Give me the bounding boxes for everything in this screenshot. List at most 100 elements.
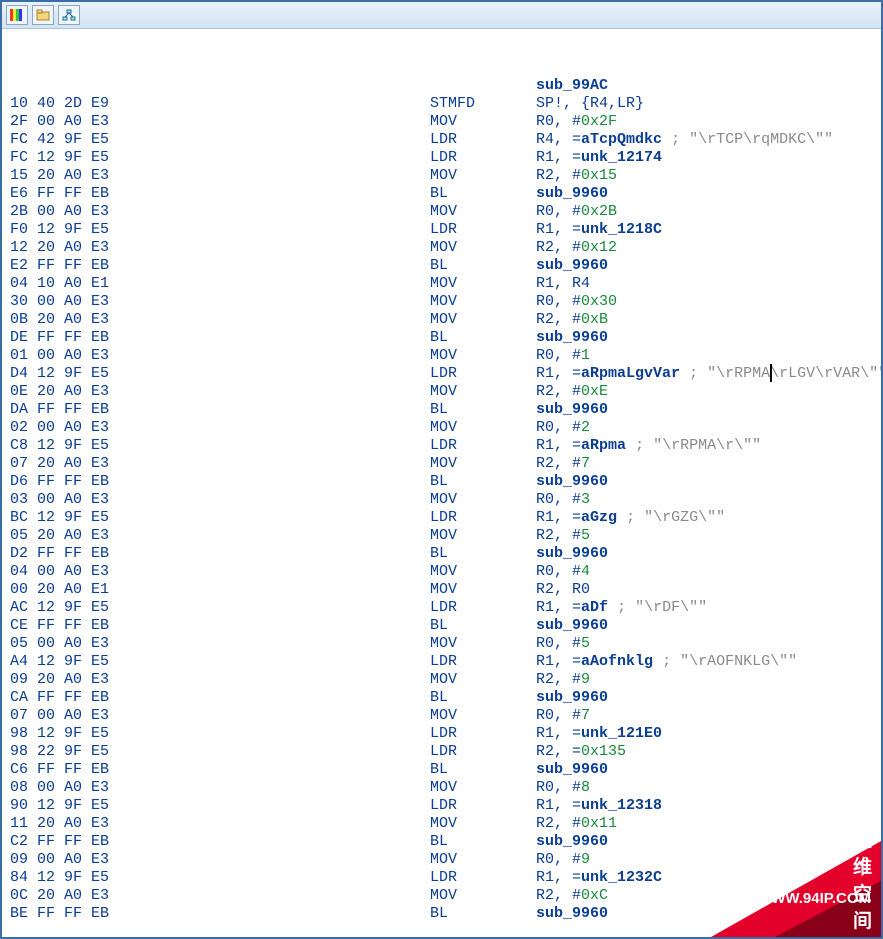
disasm-row[interactable]: 07 00 A0 E3MOVR0, #7 bbox=[10, 707, 873, 725]
disasm-row[interactable]: 04 10 A0 E1MOVR1, R4 bbox=[10, 275, 873, 293]
graph-button[interactable] bbox=[58, 5, 80, 25]
disasm-row[interactable]: 0E 20 A0 E3MOVR2, #0xE bbox=[10, 383, 873, 401]
disasm-row[interactable]: 02 00 A0 E3MOVR0, #2 bbox=[10, 419, 873, 437]
operand: R0 bbox=[536, 635, 554, 652]
disasm-row[interactable]: 09 00 A0 E3MOVR0, #9 bbox=[10, 851, 873, 869]
hex-bytes: 01 00 A0 E3 bbox=[10, 347, 430, 365]
disasm-row[interactable]: 07 20 A0 E3MOVR2, #7 bbox=[10, 455, 873, 473]
disasm-row[interactable]: DE FF FF EBBLsub_9960 bbox=[10, 329, 873, 347]
disasm-row[interactable]: BE FF FF EBBLsub_9960 bbox=[10, 905, 873, 923]
mnemonic: LDR bbox=[430, 509, 536, 527]
disasm-row[interactable]: 05 20 A0 E3MOVR2, #5 bbox=[10, 527, 873, 545]
hex-bytes: 2F 00 A0 E3 bbox=[10, 113, 430, 131]
disasm-row[interactable]: D6 FF FF EBBLsub_9960 bbox=[10, 473, 873, 491]
operand: = bbox=[572, 131, 581, 148]
hex-bytes: DA FF FF EB bbox=[10, 401, 430, 419]
disasm-row[interactable]: 15 20 A0 E3MOVR2, #0x15 bbox=[10, 167, 873, 185]
disasm-row[interactable]: 10 40 2D E9STMFDSP!, {R4,LR} bbox=[10, 95, 873, 113]
disasm-row[interactable]: 03 00 A0 E3MOVR0, #3 bbox=[10, 491, 873, 509]
operand: , bbox=[554, 419, 572, 436]
hex-bytes: C8 12 9F E5 bbox=[10, 437, 430, 455]
operand: = bbox=[572, 725, 581, 742]
operand: R0 bbox=[536, 491, 554, 508]
mnemonic: MOV bbox=[430, 635, 536, 653]
mnemonic: MOV bbox=[430, 113, 536, 131]
mnemonic: MOV bbox=[430, 455, 536, 473]
operand: 0x12 bbox=[581, 239, 617, 256]
hex-bytes: 12 20 A0 E3 bbox=[10, 239, 430, 257]
operand: R1 bbox=[536, 221, 554, 238]
hex-bytes: 05 20 A0 E3 bbox=[10, 527, 430, 545]
hex-bytes: 84 12 9F E5 bbox=[10, 869, 430, 887]
disasm-row[interactable]: 30 00 A0 E3MOVR0, #0x30 bbox=[10, 293, 873, 311]
hex-bytes: DE FF FF EB bbox=[10, 329, 430, 347]
disasm-row[interactable]: E6 FF FF EBBLsub_9960 bbox=[10, 185, 873, 203]
operand: = bbox=[572, 221, 581, 238]
disasm-row[interactable]: D4 12 9F E5LDRR1, =aRpmaLgvVar ; "\rRPMA… bbox=[10, 365, 873, 383]
disasm-row[interactable]: 11 20 A0 E3MOVR2, #0x11 bbox=[10, 815, 873, 833]
disasm-row[interactable]: 98 22 9F E5LDRR2, =0x135 bbox=[10, 743, 873, 761]
disasm-row[interactable]: FC 42 9F E5LDRR4, =aTcpQmdkc ; "\rTCP\rq… bbox=[10, 131, 873, 149]
disasm-row[interactable]: C6 FF FF EBBLsub_9960 bbox=[10, 761, 873, 779]
disasm-row[interactable]: C8 12 9F E5LDRR1, =aRpma ; "\rRPMA\r\"" bbox=[10, 437, 873, 455]
operand: = bbox=[572, 653, 581, 670]
disasm-row[interactable]: 98 12 9F E5LDRR1, =unk_121E0 bbox=[10, 725, 873, 743]
disasm-row[interactable]: 90 12 9F E5LDRR1, =unk_12318 bbox=[10, 797, 873, 815]
disasm-row[interactable]: 00 20 A0 E1MOVR2, R0 bbox=[10, 581, 873, 599]
operand: R1 bbox=[536, 797, 554, 814]
hex-bytes: 11 20 A0 E3 bbox=[10, 815, 430, 833]
disasm-row[interactable]: F0 12 9F E5LDRR1, =unk_1218C bbox=[10, 221, 873, 239]
disasm-row[interactable]: AC 12 9F E5LDRR1, =aDf ; "\rDF\"" bbox=[10, 599, 873, 617]
disasm-row[interactable]: 08 00 A0 E3MOVR0, #8 bbox=[10, 779, 873, 797]
disasm-row[interactable]: 2F 00 A0 E3MOVR0, #0x2F bbox=[10, 113, 873, 131]
disasm-row[interactable]: DA FF FF EBBLsub_9960 bbox=[10, 401, 873, 419]
disasm-row[interactable]: 04 00 A0 E3MOVR0, #4 bbox=[10, 563, 873, 581]
disasm-row[interactable]: D2 FF FF EBBLsub_9960 bbox=[10, 545, 873, 563]
disasm-row[interactable]: 01 00 A0 E3MOVR0, #1 bbox=[10, 347, 873, 365]
operand: R2 bbox=[536, 239, 554, 256]
operand: R0 bbox=[536, 707, 554, 724]
disasm-row[interactable]: 09 20 A0 E3MOVR2, #9 bbox=[10, 671, 873, 689]
operand: aAofnklg bbox=[581, 653, 653, 670]
disasm-row[interactable]: BC 12 9F E5LDRR1, =aGzg ; "\rGZG\"" bbox=[10, 509, 873, 527]
operand: , bbox=[554, 347, 572, 364]
disasm-row[interactable]: A4 12 9F E5LDRR1, =aAofnklg ; "\rAOFNKLG… bbox=[10, 653, 873, 671]
operand: , bbox=[554, 599, 572, 616]
operand: , bbox=[554, 851, 572, 868]
disasm-row[interactable]: FC 12 9F E5LDRR1, =unk_12174 bbox=[10, 149, 873, 167]
mnemonic: MOV bbox=[430, 275, 536, 293]
disasm-row[interactable]: 2B 00 A0 E3MOVR0, #0x2B bbox=[10, 203, 873, 221]
hex-bytes: 07 20 A0 E3 bbox=[10, 455, 430, 473]
disasm-row[interactable]: 84 12 9F E5LDRR1, =unk_1232C bbox=[10, 869, 873, 887]
disasm-row[interactable]: 05 00 A0 E3MOVR0, #5 bbox=[10, 635, 873, 653]
hex-bytes: E2 FF FF EB bbox=[10, 257, 430, 275]
operand: R2 bbox=[536, 383, 554, 400]
disasm-row[interactable]: 0B 20 A0 E3MOVR2, #0xB bbox=[10, 311, 873, 329]
open-button[interactable] bbox=[32, 5, 54, 25]
color-view-button[interactable] bbox=[6, 5, 28, 25]
operand: sub_9960 bbox=[536, 689, 608, 706]
disasm-row[interactable]: CA FF FF EBBLsub_9960 bbox=[10, 689, 873, 707]
hex-bytes: CE FF FF EB bbox=[10, 617, 430, 635]
operand: sub_9960 bbox=[536, 545, 608, 562]
operand: R0 bbox=[536, 779, 554, 796]
hex-bytes: E6 FF FF EB bbox=[10, 185, 430, 203]
disasm-row[interactable]: CE FF FF EBBLsub_9960 bbox=[10, 617, 873, 635]
operand: , bbox=[554, 437, 572, 454]
disasm-row[interactable]: 0C 20 A0 E3MOVR2, #0xC bbox=[10, 887, 873, 905]
disasm-row[interactable]: 12 20 A0 E3MOVR2, #0x12 bbox=[10, 239, 873, 257]
hex-bytes: 07 00 A0 E3 bbox=[10, 707, 430, 725]
disasm-row[interactable]: C2 FF FF EBBLsub_9960 bbox=[10, 833, 873, 851]
mnemonic: BL bbox=[430, 617, 536, 635]
hex-bytes: CA FF FF EB bbox=[10, 689, 430, 707]
operand: , bbox=[554, 707, 572, 724]
disassembly-view[interactable]: sub_99AC 10 40 2D E9STMFDSP!, {R4,LR}2F … bbox=[2, 29, 881, 931]
operand: 5 bbox=[581, 635, 590, 652]
color-bars-icon bbox=[10, 9, 24, 21]
operand: # bbox=[572, 383, 581, 400]
disasm-row[interactable]: E2 FF FF EBBLsub_9960 bbox=[10, 257, 873, 275]
operand: , bbox=[554, 221, 572, 238]
operand: 3 bbox=[581, 491, 590, 508]
operand: , bbox=[554, 671, 572, 688]
mnemonic: MOV bbox=[430, 887, 536, 905]
